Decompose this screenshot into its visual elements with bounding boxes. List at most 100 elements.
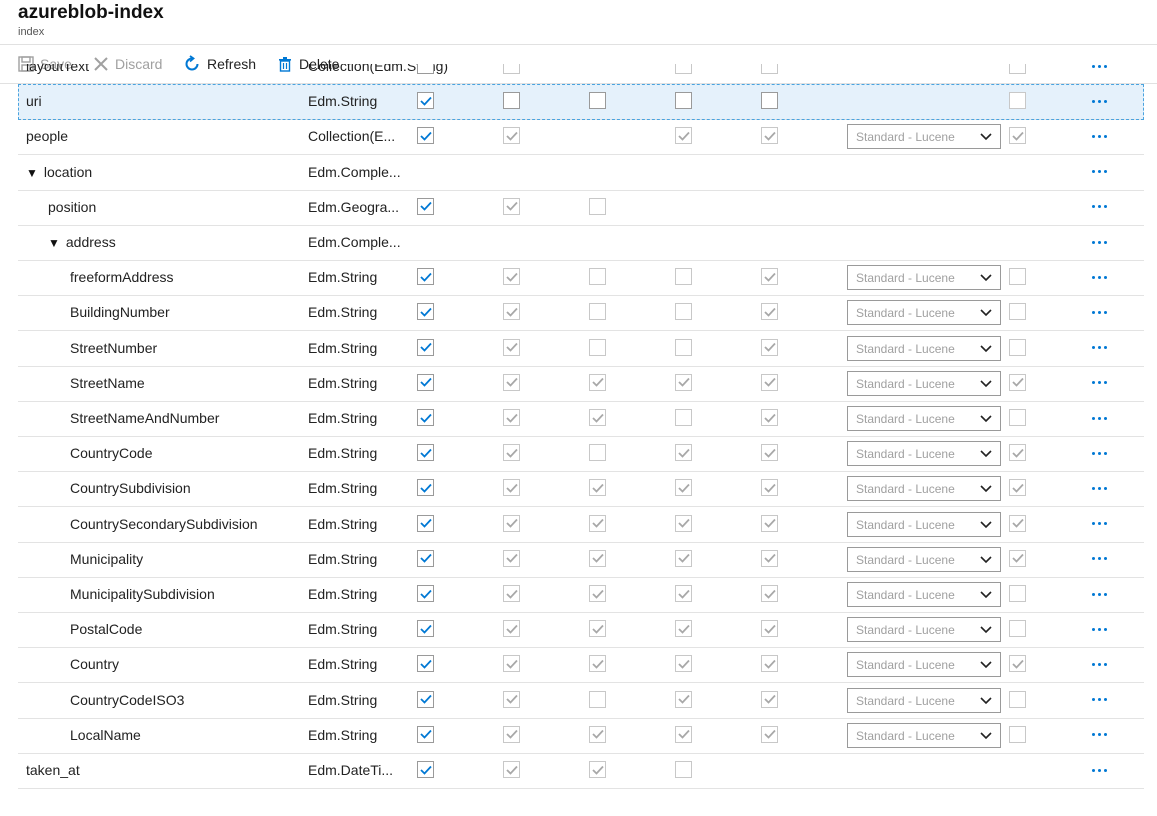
key-checkbox[interactable] <box>1009 479 1026 497</box>
filterable-checkbox[interactable] <box>503 549 520 567</box>
searchable-checkbox[interactable] <box>761 127 778 145</box>
analyzer-dropdown[interactable]: Standard - Lucene <box>847 652 1001 678</box>
filterable-checkbox[interactable] <box>503 655 520 673</box>
sortable-checkbox[interactable] <box>589 620 606 638</box>
analyzer-dropdown[interactable]: Standard - Lucene <box>847 406 1001 431</box>
retrievable-checkbox[interactable] <box>417 444 434 462</box>
key-checkbox[interactable] <box>1009 549 1026 567</box>
more-options-icon[interactable] <box>1092 129 1112 143</box>
field-row[interactable]: Municipality Edm.String Standard - Lucene <box>18 542 1144 578</box>
retrievable-checkbox[interactable] <box>417 64 434 74</box>
field-row[interactable]: StreetNumber Edm.String Standard - Lucene <box>18 331 1144 367</box>
sortable-checkbox[interactable] <box>589 338 606 356</box>
field-row[interactable]: layoutText Collection(Edm.String) <box>18 64 1144 85</box>
key-checkbox[interactable] <box>1009 338 1026 356</box>
field-row[interactable]: CountrySubdivision Edm.String Standard - L… <box>18 471 1144 508</box>
key-checkbox[interactable] <box>1009 303 1026 321</box>
more-options-icon[interactable] <box>1092 552 1112 566</box>
facetable-checkbox[interactable] <box>675 268 692 286</box>
searchable-checkbox[interactable] <box>761 549 778 567</box>
analyzer-dropdown[interactable]: Standard - Lucene <box>847 335 1001 361</box>
sortable-checkbox[interactable] <box>589 585 606 602</box>
key-checkbox[interactable] <box>1009 585 1026 602</box>
searchable-checkbox[interactable] <box>761 655 778 673</box>
filterable-checkbox[interactable] <box>503 409 520 426</box>
field-row[interactable]: StreetName Edm.String Standard - Lucene <box>18 366 1144 402</box>
field-row[interactable]: position Edm.Geogra... <box>18 190 1144 226</box>
sortable-checkbox[interactable] <box>589 725 606 743</box>
more-options-icon[interactable] <box>1092 517 1112 531</box>
retrievable-checkbox[interactable] <box>417 514 434 532</box>
more-options-icon[interactable] <box>1092 763 1112 777</box>
analyzer-dropdown[interactable]: Standard - Lucene <box>847 300 1001 326</box>
more-options-icon[interactable] <box>1092 305 1112 319</box>
key-checkbox[interactable] <box>1009 409 1026 426</box>
facetable-checkbox[interactable] <box>675 725 692 743</box>
retrievable-checkbox[interactable] <box>417 585 434 602</box>
more-options-icon[interactable] <box>1092 94 1112 108</box>
searchable-checkbox[interactable] <box>761 444 778 462</box>
searchable-checkbox[interactable] <box>761 690 778 708</box>
facetable-checkbox[interactable] <box>675 479 692 497</box>
sortable-checkbox[interactable] <box>589 409 606 426</box>
field-row[interactable]: CountryCodeISO3 Edm.String Standard - Luce… <box>18 683 1144 719</box>
facetable-checkbox[interactable] <box>675 409 692 426</box>
facetable-checkbox[interactable] <box>675 373 692 391</box>
facetable-checkbox[interactable] <box>675 64 692 74</box>
sortable-checkbox[interactable] <box>589 655 606 673</box>
sortable-checkbox[interactable] <box>589 549 606 567</box>
searchable-checkbox[interactable] <box>761 92 778 110</box>
field-row[interactable]: Country Edm.String Standard - Lucene <box>18 647 1144 684</box>
key-checkbox[interactable] <box>1009 64 1026 74</box>
key-checkbox[interactable] <box>1009 373 1026 391</box>
facetable-checkbox[interactable] <box>675 620 692 638</box>
facetable-checkbox[interactable] <box>675 514 692 532</box>
facetable-checkbox[interactable] <box>675 549 692 567</box>
key-checkbox[interactable] <box>1009 620 1026 638</box>
field-row[interactable]: uri Edm.String <box>18 84 1144 121</box>
searchable-checkbox[interactable] <box>761 479 778 497</box>
facetable-checkbox[interactable] <box>675 585 692 602</box>
retrievable-checkbox[interactable] <box>417 197 434 215</box>
field-row[interactable]: MunicipalitySubdivision Edm.String Standar… <box>18 577 1144 613</box>
retrievable-checkbox[interactable] <box>417 761 434 778</box>
sortable-checkbox[interactable] <box>589 479 606 497</box>
sortable-checkbox[interactable] <box>589 197 606 215</box>
analyzer-dropdown[interactable]: Standard - Lucene <box>847 687 1001 713</box>
analyzer-dropdown[interactable]: Standard - Lucene <box>847 370 1001 396</box>
more-options-icon[interactable] <box>1092 728 1112 742</box>
more-options-icon[interactable] <box>1092 587 1112 601</box>
retrievable-checkbox[interactable] <box>417 690 434 708</box>
more-options-icon[interactable] <box>1092 341 1112 355</box>
analyzer-dropdown[interactable]: Standard - Lucene <box>847 511 1001 537</box>
facetable-checkbox[interactable] <box>675 127 692 145</box>
more-options-icon[interactable] <box>1092 270 1112 284</box>
filterable-checkbox[interactable] <box>503 64 520 74</box>
facetable-checkbox[interactable] <box>675 444 692 462</box>
more-options-icon[interactable] <box>1092 200 1112 214</box>
facetable-checkbox[interactable] <box>675 303 692 321</box>
facetable-checkbox[interactable] <box>675 761 692 778</box>
sortable-checkbox[interactable] <box>589 514 606 532</box>
more-options-icon[interactable] <box>1092 64 1112 73</box>
field-row[interactable]: ▼ address Edm.Comple... <box>18 225 1144 261</box>
retrievable-checkbox[interactable] <box>417 549 434 567</box>
searchable-checkbox[interactable] <box>761 338 778 356</box>
field-row[interactable]: LocalName Edm.String Standard - Lucene <box>18 718 1144 754</box>
more-options-icon[interactable] <box>1092 446 1112 460</box>
retrievable-checkbox[interactable] <box>417 303 434 321</box>
more-options-icon[interactable] <box>1092 235 1112 249</box>
retrievable-checkbox[interactable] <box>417 92 434 110</box>
sortable-checkbox[interactable] <box>589 761 606 778</box>
filterable-checkbox[interactable] <box>503 761 520 778</box>
filterable-checkbox[interactable] <box>503 268 520 286</box>
key-checkbox[interactable] <box>1009 127 1026 145</box>
searchable-checkbox[interactable] <box>761 620 778 638</box>
field-row[interactable]: PostalCode Edm.String Standard - Lucene <box>18 612 1144 649</box>
key-checkbox[interactable] <box>1009 690 1026 708</box>
sortable-checkbox[interactable] <box>589 303 606 321</box>
sortable-checkbox[interactable] <box>589 690 606 708</box>
filterable-checkbox[interactable] <box>503 92 520 110</box>
searchable-checkbox[interactable] <box>761 725 778 743</box>
key-checkbox[interactable] <box>1009 725 1026 743</box>
